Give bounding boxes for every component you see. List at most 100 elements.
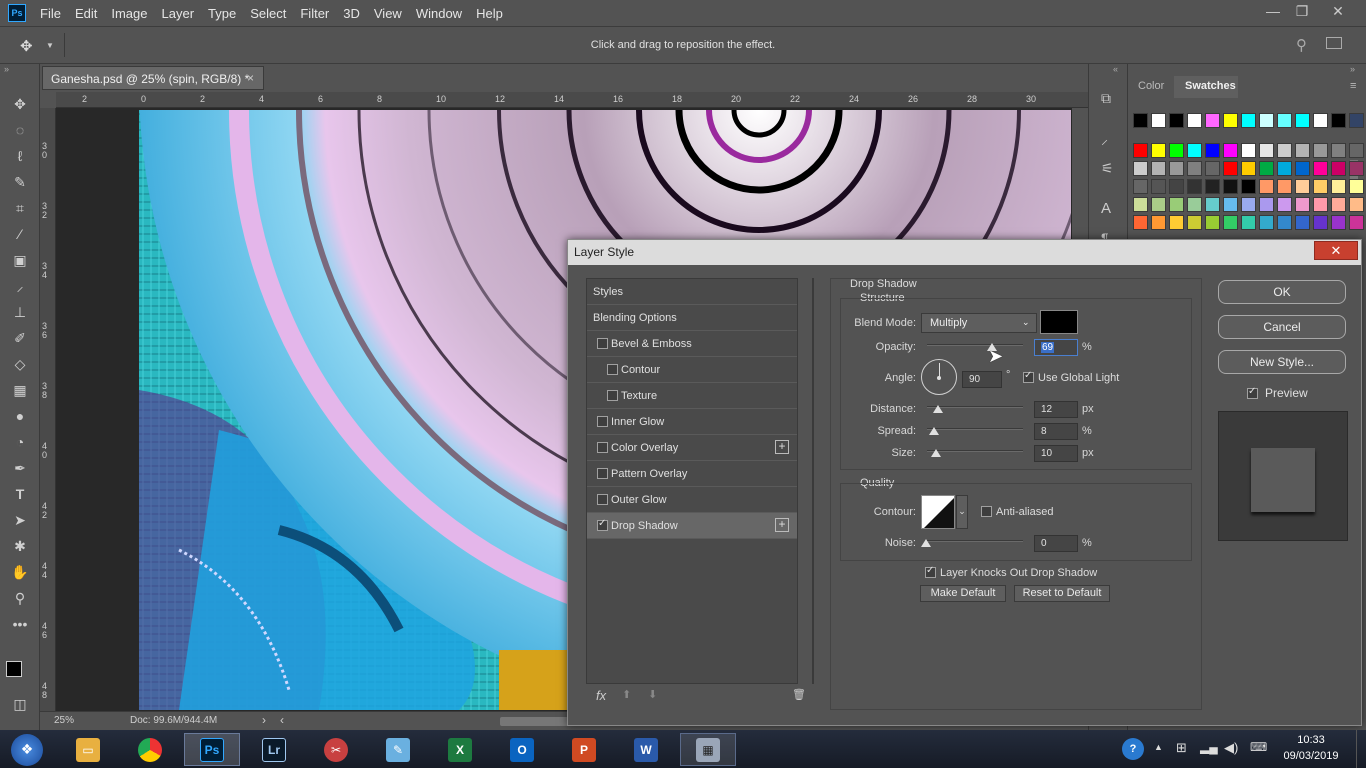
- document-tab[interactable]: Ganesha.psd @ 25% (spin, RGB/8) * ×: [42, 66, 264, 90]
- color-swatch[interactable]: [1331, 113, 1346, 128]
- menu-image[interactable]: Image: [111, 6, 147, 21]
- color-swatch[interactable]: [1259, 143, 1274, 158]
- collapse-arrows-icon[interactable]: »: [1350, 64, 1355, 74]
- close-window-button[interactable]: ✕: [1328, 3, 1348, 20]
- style-checkbox[interactable]: [597, 518, 608, 531]
- brush-tool-icon[interactable]: ⸝: [10, 276, 30, 296]
- character-panel-icon[interactable]: A: [1101, 200, 1111, 217]
- zoom-tool-icon[interactable]: ⚲: [10, 588, 30, 608]
- color-swatch[interactable]: [1331, 197, 1346, 212]
- noise-slider-thumb[interactable]: [921, 539, 931, 547]
- hand-tool-icon[interactable]: ✋: [10, 562, 30, 582]
- add-effect-icon[interactable]: +: [775, 440, 789, 454]
- color-swatch[interactable]: [1259, 215, 1274, 230]
- more-tools-icon[interactable]: •••: [10, 614, 30, 634]
- color-swatch[interactable]: [1133, 197, 1148, 212]
- color-swatch[interactable]: [1205, 161, 1220, 176]
- opacity-input[interactable]: 69: [1034, 339, 1078, 356]
- make-default-button[interactable]: Make Default: [920, 585, 1006, 602]
- color-swatch[interactable]: [1295, 215, 1310, 230]
- color-swatch[interactable]: [1205, 215, 1220, 230]
- color-swatch[interactable]: [1259, 161, 1274, 176]
- color-swatch[interactable]: [1241, 215, 1256, 230]
- angle-dial[interactable]: [921, 359, 957, 395]
- color-swatch[interactable]: [1151, 113, 1166, 128]
- blend-mode-select[interactable]: Multiply ⌄: [921, 313, 1037, 333]
- horizontal-scrollbar-thumb[interactable]: [500, 717, 570, 726]
- color-swatch[interactable]: [1295, 161, 1310, 176]
- path-select-tool-icon[interactable]: ➤: [10, 510, 30, 530]
- color-swatch[interactable]: [1277, 161, 1292, 176]
- network-icon[interactable]: ⊞: [1176, 740, 1187, 756]
- color-swatch[interactable]: [1205, 179, 1220, 194]
- color-swatch[interactable]: [1133, 161, 1148, 176]
- style-checkbox[interactable]: [597, 442, 608, 453]
- color-swatch[interactable]: [1187, 197, 1202, 212]
- menu-select[interactable]: Select: [250, 6, 286, 21]
- color-swatch[interactable]: [1313, 179, 1328, 194]
- spread-slider[interactable]: [927, 428, 1023, 430]
- color-swatch[interactable]: [1349, 179, 1364, 194]
- menu-layer[interactable]: Layer: [162, 6, 195, 21]
- shadow-color-swatch[interactable]: [1040, 310, 1078, 334]
- contour-picker[interactable]: [921, 495, 955, 529]
- collapse-arrows-icon[interactable]: »: [4, 64, 9, 74]
- distance-input[interactable]: 12: [1034, 401, 1078, 418]
- brush-panel-icon[interactable]: ⸝: [1101, 130, 1108, 149]
- style-checkbox[interactable]: [607, 364, 618, 375]
- color-swatch[interactable]: [1169, 161, 1184, 176]
- use-global-light-checkbox[interactable]: [1023, 370, 1034, 383]
- fx-icon[interactable]: fx: [596, 688, 606, 703]
- quick-select-tool-icon[interactable]: ✎: [10, 172, 30, 192]
- color-swatch[interactable]: [1259, 113, 1274, 128]
- taskbar-snipping-tool[interactable]: ✂: [308, 733, 364, 766]
- color-swatch[interactable]: [1295, 143, 1310, 158]
- style-checkbox[interactable]: [607, 390, 618, 401]
- eyedropper-tool-icon[interactable]: ⁄: [10, 224, 30, 244]
- style-item-bevel-emboss[interactable]: Bevel & Emboss: [587, 331, 797, 357]
- color-swatch[interactable]: [1277, 215, 1292, 230]
- chevron-right-icon[interactable]: ›: [262, 713, 266, 727]
- show-hidden-icons-icon[interactable]: ▲: [1154, 742, 1163, 752]
- taskbar-powerpoint[interactable]: P: [556, 733, 612, 766]
- color-swatch[interactable]: [1133, 179, 1148, 194]
- color-swatch[interactable]: [1151, 143, 1166, 158]
- blur-tool-icon[interactable]: ●: [10, 406, 30, 426]
- language-icon[interactable]: ⌨: [1250, 740, 1267, 754]
- spread-input[interactable]: 8: [1034, 423, 1078, 440]
- size-input[interactable]: 10: [1034, 445, 1078, 462]
- color-swatch[interactable]: [1187, 179, 1202, 194]
- color-swatch[interactable]: [1187, 215, 1202, 230]
- style-item-contour[interactable]: Contour: [587, 357, 797, 383]
- distance-slider-thumb[interactable]: [933, 405, 943, 413]
- color-swatch[interactable]: [1277, 113, 1292, 128]
- spread-slider-thumb[interactable]: [929, 427, 939, 435]
- color-swatch[interactable]: [1133, 215, 1148, 230]
- size-slider[interactable]: [927, 450, 1023, 452]
- color-swatch[interactable]: [1313, 215, 1328, 230]
- add-effect-icon[interactable]: +: [775, 518, 789, 532]
- style-item-drop-shadow[interactable]: Drop Shadow +: [587, 513, 797, 539]
- styles-scrollbar[interactable]: [812, 278, 814, 684]
- style-item-color-overlay[interactable]: Color Overlay +: [587, 435, 797, 461]
- marquee-tool-icon[interactable]: ◌: [10, 120, 30, 140]
- color-swatch[interactable]: [1349, 197, 1364, 212]
- lasso-tool-icon[interactable]: ℓ: [10, 146, 30, 166]
- color-swatch[interactable]: [1205, 143, 1220, 158]
- color-swatch[interactable]: [1169, 215, 1184, 230]
- color-swatch[interactable]: [1205, 113, 1220, 128]
- color-swatch[interactable]: [1241, 161, 1256, 176]
- close-tab-icon[interactable]: ×: [247, 71, 254, 85]
- ok-button[interactable]: OK: [1218, 280, 1346, 304]
- taskbar-calculator[interactable]: ▦: [680, 733, 736, 766]
- noise-input[interactable]: 0: [1034, 535, 1078, 552]
- color-swatch[interactable]: [1151, 179, 1166, 194]
- scroll-left-icon[interactable]: ‹: [280, 713, 284, 727]
- menu-file[interactable]: File: [40, 6, 61, 21]
- history-panel-icon[interactable]: ⧉: [1101, 90, 1111, 107]
- restore-button[interactable]: ❐: [1292, 3, 1312, 20]
- color-swatch[interactable]: [1313, 197, 1328, 212]
- style-item-pattern-overlay[interactable]: Pattern Overlay: [587, 461, 797, 487]
- color-swatch[interactable]: [1241, 197, 1256, 212]
- move-down-icon[interactable]: ⬇: [648, 688, 657, 701]
